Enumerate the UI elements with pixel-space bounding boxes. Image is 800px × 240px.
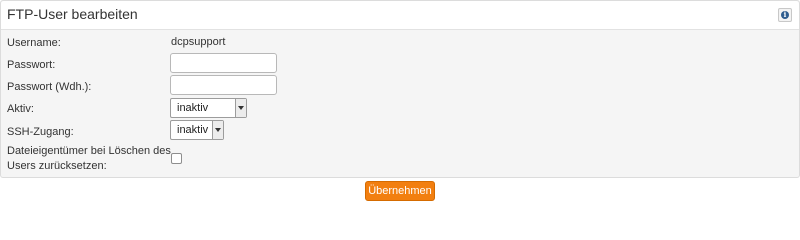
panel-title: FTP-User bearbeiten [7, 6, 138, 22]
password-label: Passwort: [7, 59, 56, 71]
ssh-access-select[interactable]: inaktiv [170, 120, 224, 140]
ssh-access-label: SSH-Zugang: [7, 126, 74, 138]
active-label: Aktiv: [7, 103, 34, 115]
username-label: Username: [7, 37, 61, 49]
chevron-down-icon [235, 99, 246, 117]
panel-header: FTP-User bearbeiten i [1, 1, 799, 30]
password-repeat-field[interactable] [170, 75, 277, 95]
password-field[interactable] [170, 53, 277, 73]
reset-owner-checkbox[interactable] [171, 153, 182, 164]
username-value: dcpsupport [171, 36, 226, 48]
info-icon: i [781, 11, 789, 19]
ftp-user-edit-panel: FTP-User bearbeiten i Username: dcpsuppo… [0, 0, 800, 178]
submit-button[interactable]: Übernehmen [365, 181, 435, 201]
password-repeat-label: Passwort (Wdh.): [7, 81, 92, 93]
reset-owner-label-line2: Users zurücksetzen: [7, 160, 107, 172]
active-select[interactable]: inaktiv [170, 98, 247, 118]
ssh-access-select-value: inaktiv [177, 124, 209, 136]
active-select-value: inaktiv [177, 102, 209, 114]
reset-owner-label-line1: Dateieigentümer bei Löschen des [7, 145, 171, 157]
info-button[interactable]: i [778, 8, 792, 22]
chevron-down-icon [212, 121, 223, 139]
